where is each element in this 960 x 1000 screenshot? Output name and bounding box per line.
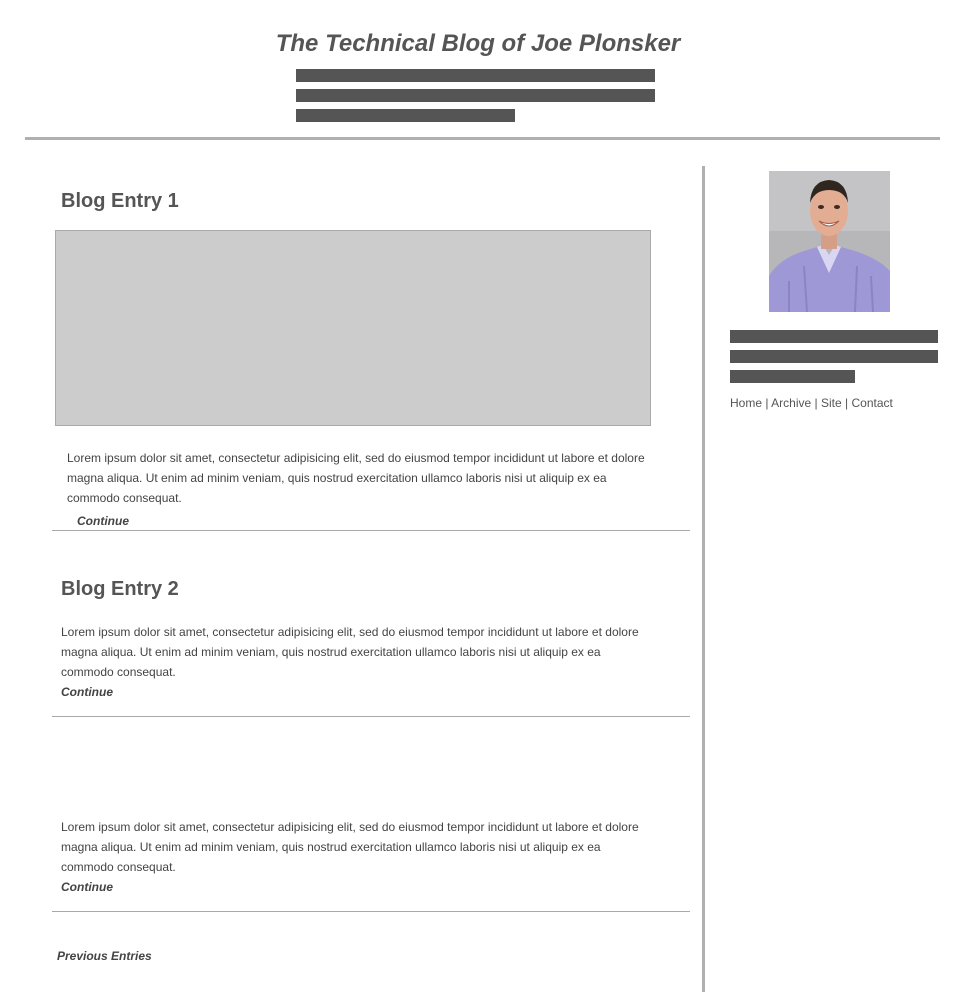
entry-2-title: Blog Entry 2 [61,578,179,600]
entry-1-separator [52,530,690,531]
bio-placeholder-line-1 [730,330,938,343]
subtitle-placeholder-line-2 [296,89,655,102]
entry-1-continue-link[interactable]: Continue [77,514,129,528]
subtitle-placeholder-line-1 [296,69,655,82]
page-title: The Technical Blog of Joe Plonsker [275,30,681,57]
nav-separator: | [765,396,769,410]
nav-link-contact[interactable]: Contact [851,396,892,410]
nav-separator: | [814,396,818,410]
entry-1-title: Blog Entry 1 [61,190,179,212]
nav-link-archive[interactable]: Archive [771,396,811,410]
entry-3-text: Lorem ipsum dolor sit amet, consectetur … [61,820,639,874]
entry-1-text: Lorem ipsum dolor sit amet, consectetur … [67,451,645,505]
entry-3-continue-link[interactable]: Continue [61,880,113,894]
author-photo [769,171,890,312]
subtitle-placeholder-line-3 [296,109,515,122]
entry-1-image-placeholder [55,230,651,426]
entry-2-continue-link[interactable]: Continue [61,685,113,699]
nav-separator: | [845,396,849,410]
entry-3-separator [52,911,690,912]
nav-link-site[interactable]: Site [821,396,842,410]
bio-placeholder-line-2 [730,350,938,363]
sidebar-nav: Home | Archive | Site | Contact [730,396,893,410]
sidebar-divider [702,166,705,992]
bio-placeholder-line-3 [730,370,855,383]
entry-2-separator [52,716,690,717]
entry-2-text: Lorem ipsum dolor sit amet, consectetur … [61,625,639,679]
header-divider [25,137,940,140]
nav-link-home[interactable]: Home [730,396,762,410]
previous-entries-link[interactable]: Previous Entries [57,949,152,963]
